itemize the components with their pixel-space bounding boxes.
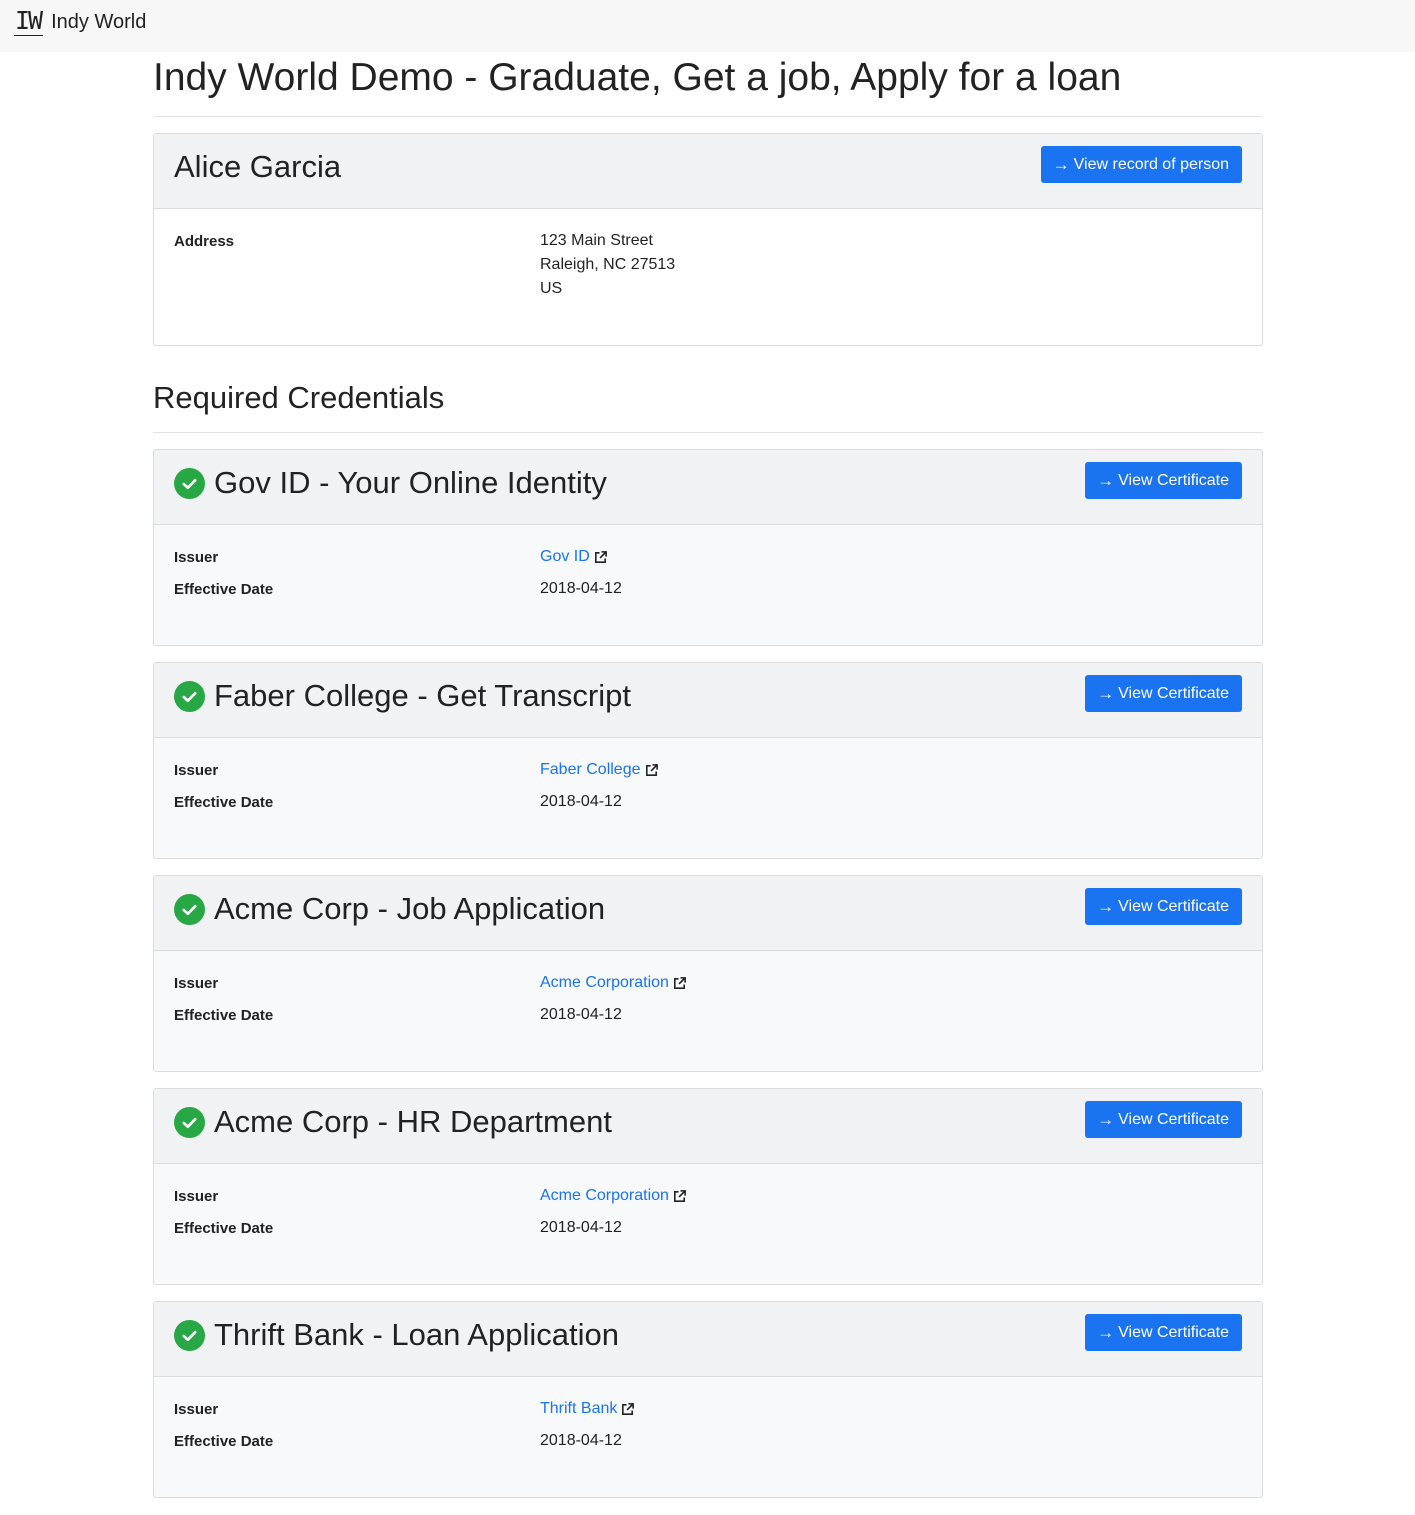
view-certificate-button[interactable]: → View Certificate — [1085, 888, 1242, 925]
credential-card: Acme Corp - HR Department → View Certifi… — [153, 1088, 1263, 1285]
external-link-icon — [594, 550, 607, 563]
issuer-label: Issuer — [174, 1401, 219, 1418]
address-label: Address — [174, 233, 235, 250]
check-circle-icon — [174, 1319, 205, 1351]
credential-card-header: Acme Corp - Job Application → View Certi… — [154, 876, 1262, 951]
check-circle-icon — [174, 1106, 205, 1138]
issuer-value: Faber College — [540, 761, 659, 779]
effective-date-value: 2018-04-12 — [540, 1219, 622, 1236]
issuer-link-text: Acme Corporation — [540, 974, 669, 991]
credential-card: Acme Corp - Job Application → View Certi… — [153, 875, 1263, 1072]
check-circle-icon — [174, 467, 205, 499]
credential-card: Gov ID - Your Online Identity → View Cer… — [153, 449, 1263, 646]
page-title: Indy World Demo - Graduate, Get a job, A… — [153, 56, 1122, 99]
credential-card: Thrift Bank - Loan Application → View Ce… — [153, 1301, 1263, 1498]
section-title: Required Credentials — [153, 380, 445, 415]
view-record-button[interactable]: → View record of person — [1040, 146, 1242, 183]
issuer-link[interactable]: Faber College — [540, 761, 659, 779]
effective-date-label: Effective Date — [174, 1007, 274, 1024]
view-record-button-label: View record of person — [1073, 155, 1229, 173]
effective-date-value: 2018-04-12 — [540, 1006, 622, 1023]
issuer-link[interactable]: Thrift Bank — [540, 1400, 635, 1418]
view-certificate-label: View Certificate — [1118, 471, 1229, 489]
issuer-link-text: Acme Corporation — [540, 1187, 669, 1204]
issuer-label: Issuer — [174, 762, 219, 779]
credential-card: Faber College - Get Transcript → View Ce… — [153, 662, 1263, 859]
person-card: Alice Garcia → View record of person Add… — [153, 133, 1263, 346]
section-divider — [153, 432, 1263, 433]
effective-date-label: Effective Date — [174, 581, 274, 598]
check-circle-icon — [174, 680, 205, 712]
person-card-header: Alice Garcia → View record of person — [154, 134, 1262, 209]
view-certificate-label: View Certificate — [1118, 897, 1229, 915]
external-link-icon — [645, 763, 658, 776]
effective-date-label: Effective Date — [174, 794, 274, 811]
arrow-right-icon: → — [1097, 683, 1115, 703]
issuer-value: Acme Corporation — [540, 1187, 687, 1205]
title-divider — [153, 116, 1263, 117]
address-line-2: Raleigh, NC 27513 — [540, 256, 676, 273]
issuer-link[interactable]: Gov ID — [540, 548, 608, 566]
view-certificate-button[interactable]: → View Certificate — [1085, 462, 1242, 499]
issuer-label: Issuer — [174, 549, 219, 566]
issuer-value: Gov ID — [540, 548, 608, 566]
issuer-link-text: Gov ID — [540, 548, 590, 565]
credential-title: Acme Corp - HR Department — [214, 1104, 612, 1139]
credential-title: Faber College - Get Transcript — [214, 678, 631, 713]
brand-link[interactable]: IW Indy World — [14, 8, 146, 36]
external-link-icon — [673, 1189, 686, 1202]
arrow-right-icon: → — [1097, 1322, 1115, 1342]
effective-date-value: 2018-04-12 — [540, 793, 622, 810]
view-certificate-button[interactable]: → View Certificate — [1085, 1101, 1242, 1138]
arrow-right-icon: → — [1097, 1109, 1115, 1129]
check-circle-icon — [174, 893, 205, 925]
navbar: IW Indy World — [0, 0, 1415, 52]
credential-title: Acme Corp - Job Application — [214, 891, 606, 926]
issuer-link[interactable]: Acme Corporation — [540, 974, 687, 992]
effective-date-label: Effective Date — [174, 1220, 274, 1237]
arrow-right-icon: → — [1052, 154, 1070, 174]
effective-date-value: 2018-04-12 — [540, 1432, 622, 1449]
credential-card-header: Gov ID - Your Online Identity → View Cer… — [154, 450, 1262, 525]
issuer-link-text: Faber College — [540, 761, 641, 778]
credential-card-header: Faber College - Get Transcript → View Ce… — [154, 663, 1262, 738]
brand-name: Indy World — [51, 10, 147, 33]
arrow-right-icon: → — [1097, 470, 1115, 490]
issuer-link[interactable]: Acme Corporation — [540, 1187, 687, 1205]
person-name: Alice Garcia — [174, 149, 342, 184]
issuer-value: Thrift Bank — [540, 1400, 635, 1418]
credential-card-header: Thrift Bank - Loan Application → View Ce… — [154, 1302, 1262, 1377]
arrow-right-icon: → — [1097, 896, 1115, 916]
external-link-icon — [622, 1402, 635, 1415]
external-link-icon — [673, 976, 686, 989]
address-line-3: US — [540, 280, 563, 297]
credential-card-header: Acme Corp - HR Department → View Certifi… — [154, 1089, 1262, 1164]
view-certificate-label: View Certificate — [1118, 684, 1229, 702]
effective-date-label: Effective Date — [174, 1433, 274, 1450]
brand-logo-icon: IW — [14, 6, 43, 36]
issuer-link-text: Thrift Bank — [540, 1400, 618, 1417]
credential-title: Thrift Bank - Loan Application — [214, 1317, 619, 1352]
issuer-value: Acme Corporation — [540, 974, 687, 992]
address-line-1: 123 Main Street — [540, 232, 653, 249]
view-certificate-button[interactable]: → View Certificate — [1085, 1314, 1242, 1351]
view-certificate-button[interactable]: → View Certificate — [1085, 675, 1242, 712]
view-certificate-label: View Certificate — [1118, 1110, 1229, 1128]
view-certificate-label: View Certificate — [1118, 1323, 1229, 1341]
issuer-label: Issuer — [174, 975, 219, 992]
effective-date-value: 2018-04-12 — [540, 580, 622, 597]
issuer-label: Issuer — [174, 1188, 219, 1205]
credential-title: Gov ID - Your Online Identity — [214, 465, 607, 500]
address-value: 123 Main Street Raleigh, NC 27513 US — [540, 229, 675, 301]
